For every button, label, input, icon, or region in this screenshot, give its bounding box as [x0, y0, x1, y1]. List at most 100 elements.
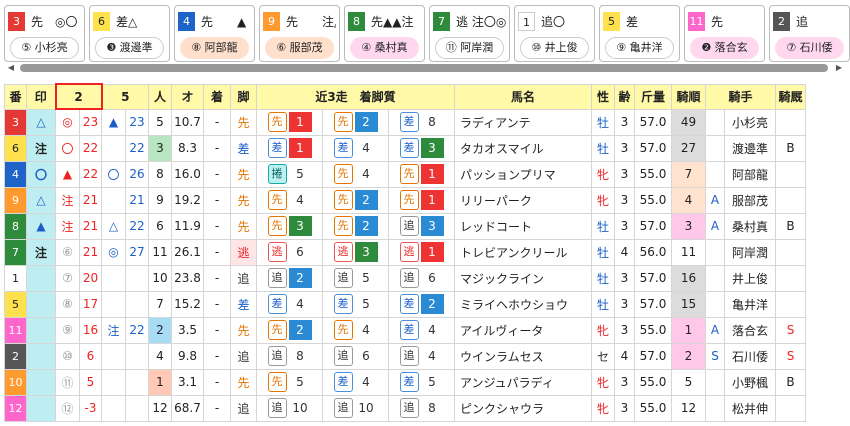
- table-row[interactable]: 12 ⑫ -3 12 68.7- 追追 10 追 10 追 8 ピンクシャウラ牝 3 55.0 12 松井伸: [4, 394, 806, 422]
- table-row[interactable]: 10 ⑪ 5 1 3.1- 先先 5 差 4 差 5 アンジュパラディ牝 3 55.0 5 小野楓 B: [4, 368, 806, 396]
- horse-name[interactable]: トレビアンクリール: [454, 238, 592, 266]
- header-sex[interactable]: 性: [591, 83, 615, 110]
- table-row[interactable]: 4 〇 ▲ 22 〇 26 8 16.0- 先捲 5 先 4 先 1 パッションプリマ牝 3 55.0 7 阿部龍: [4, 160, 806, 188]
- recent-race-1: 先1: [256, 108, 323, 136]
- jockey-name[interactable]: 石川倭: [724, 342, 776, 370]
- mark-cell[interactable]: 注: [26, 134, 56, 162]
- horse-name[interactable]: リリーパーク: [454, 186, 592, 214]
- header-col5[interactable]: 5: [101, 83, 149, 110]
- header-weight[interactable]: 斤量: [634, 83, 672, 110]
- stable-grade: [775, 290, 806, 318]
- running-style: 先: [230, 186, 257, 214]
- header-kyusha[interactable]: 騎厩: [775, 83, 806, 110]
- jockey-name[interactable]: 松井伸: [724, 394, 776, 422]
- horizontal-scrollbar[interactable]: ◀ ▶: [4, 62, 846, 74]
- header-chaku[interactable]: 着: [203, 83, 231, 110]
- prediction-card[interactable]: 5差 ⑨ 亀井洋: [599, 5, 680, 62]
- odds: 3.1: [171, 368, 204, 396]
- prediction-card[interactable]: 6 差△ ❸ 渡邊準: [89, 5, 170, 62]
- horse-name[interactable]: タカオスマイル: [454, 134, 592, 162]
- jockey-name[interactable]: 小野楓: [724, 368, 776, 396]
- header-kyaku[interactable]: 脚: [230, 83, 257, 110]
- prediction-card[interactable]: 7 逃 注〇◎ ⑪ 阿岸潤: [429, 5, 510, 62]
- carried-weight: 57.0: [634, 212, 672, 240]
- header-odds[interactable]: オ: [171, 83, 204, 110]
- horse-name[interactable]: アイルヴィータ: [454, 316, 592, 344]
- card-style-marks: 追: [796, 14, 809, 29]
- table-row[interactable]: 11 ⑨ 16 注 22 2 3.5- 先先 2 先 4 差 4 アイルヴィータ牝 3 55.0 1 A 落合玄 S: [4, 316, 806, 344]
- jockey-name[interactable]: 服部茂: [724, 186, 776, 214]
- header-jockey[interactable]: 騎手: [705, 83, 776, 110]
- finish: -: [203, 316, 231, 344]
- col2-mark: 注: [55, 186, 80, 214]
- jockey-name[interactable]: 桑村真: [724, 212, 776, 240]
- table-row[interactable]: 9 △ 注 21 21 9 19.2- 先先 4 先 2 先 1 リリーパーク牝 3 55.0 4 A 服部茂: [4, 186, 806, 214]
- jockey-name[interactable]: 小杉亮: [724, 108, 776, 136]
- recent-style-tag: 追: [267, 346, 287, 366]
- mark-cell[interactable]: [26, 264, 56, 292]
- prediction-card[interactable]: 9 先 注△ ⑥ 服部茂: [259, 5, 340, 62]
- finish: -: [203, 108, 231, 136]
- table-row[interactable]: 6 注〇 22 22 3 8.3- 差差 1 差 4 差 3 タカオスマイル牡 3 57.0 27 渡邊準 B: [4, 134, 806, 162]
- table-row[interactable]: 8 ▲ 注 21 △ 22 6 11.9- 先先 3 先 2 追 3 レッドコート牡 3 57.0 3 A 桑村真 B: [4, 212, 806, 240]
- horse-name[interactable]: アンジュパラディ: [454, 368, 592, 396]
- prediction-card[interactable]: 4 先 ▲ ⑧ 阿部龍: [174, 5, 255, 62]
- prediction-card[interactable]: 11 先 ❷ 落合玄: [684, 5, 765, 62]
- jockey-rank: 15: [671, 290, 706, 318]
- recent-race-3: 差2: [388, 290, 455, 318]
- header-ban[interactable]: 番: [4, 83, 27, 110]
- header-ninki[interactable]: 人: [148, 83, 172, 110]
- jockey-name[interactable]: 亀井洋: [724, 290, 776, 318]
- mark-cell[interactable]: △: [26, 108, 56, 136]
- horse-name[interactable]: パッションプリマ: [454, 160, 592, 188]
- table-row[interactable]: 3 △ ◎ 23 ▲ 23 5 10.7- 先先 1 先 2 差 8 ラディアンテ牡 3 57.0 49 小杉亮: [4, 108, 806, 136]
- mark-cell[interactable]: 注: [26, 238, 56, 266]
- header-horse-name[interactable]: 馬名: [454, 83, 592, 110]
- header-shirushi[interactable]: 印: [26, 83, 56, 110]
- jockey-name[interactable]: 井上俊: [724, 264, 776, 292]
- table-row[interactable]: 1 ⑦ 20 10 23.8- 追追 2 追 5 追 6 マジックライン牡 3 57.0 16 井上俊: [4, 264, 806, 292]
- scrollbar-thumb[interactable]: [20, 64, 828, 72]
- header-recent-3-races[interactable]: 近3走 着脚質: [256, 83, 455, 110]
- mark-cell[interactable]: [26, 290, 56, 318]
- recent-race-2: 追 10: [322, 394, 389, 422]
- header-kijun[interactable]: 騎順: [671, 83, 706, 110]
- horse-name[interactable]: マジックライン: [454, 264, 592, 292]
- table-row[interactable]: 2 ⑩ 6 4 9.8- 追追 8 追 6 追 4 ウインラムセスセ 4 57.0 2 S 石川倭 S: [4, 342, 806, 370]
- carried-weight: 57.0: [634, 342, 672, 370]
- recent-style-tag: 差: [399, 112, 419, 132]
- mark-cell[interactable]: 〇: [26, 160, 56, 188]
- header-col2-selected[interactable]: 2: [54, 83, 103, 110]
- table-row[interactable]: 5 ⑧ 17 7 15.2- 差差 4 差 5 差 2 ミライヘホウショウ牡 3 57.0 15 亀井洋: [4, 290, 806, 318]
- horse-name[interactable]: ウインラムセス: [454, 342, 592, 370]
- prediction-card[interactable]: 1 追〇 ⑩ 井上俊: [514, 5, 595, 62]
- recent-style-tag: 先: [267, 190, 287, 210]
- col5-mark: [101, 368, 126, 396]
- prediction-card[interactable]: 2追 ⑦ 石川倭: [769, 5, 850, 62]
- mark-cell[interactable]: [26, 316, 56, 344]
- jockey-name[interactable]: 落合玄: [724, 316, 776, 344]
- jockey-name[interactable]: 阿部龍: [724, 160, 776, 188]
- table-row[interactable]: 7 注 ⑥ 21 ◎ 27 11 26.1- 逃逃 6 逃 3 逃 1 トレビアンクリール牡 4 56.0 11 阿…: [4, 238, 806, 266]
- horse-name[interactable]: レッドコート: [454, 212, 592, 240]
- mark-cell[interactable]: [26, 394, 56, 422]
- horse-name[interactable]: ミライヘホウショウ: [454, 290, 592, 318]
- running-style: 追: [230, 342, 257, 370]
- horse-name[interactable]: ラディアンテ: [454, 108, 592, 136]
- card-jockey: ④ 桑村真: [350, 37, 419, 59]
- prediction-card[interactable]: 8 先▲▲注 ④ 桑村真: [344, 5, 425, 62]
- scroll-right-arrow-icon[interactable]: ▶: [832, 62, 846, 74]
- scroll-left-arrow-icon[interactable]: ◀: [4, 62, 18, 74]
- mark-cell[interactable]: [26, 342, 56, 370]
- jockey-name[interactable]: 阿岸潤: [724, 238, 776, 266]
- jockey-name[interactable]: 渡邊準: [724, 134, 776, 162]
- horse-name[interactable]: ピンクシャウラ: [454, 394, 592, 422]
- recent-finish: 2: [354, 112, 378, 132]
- mark-cell[interactable]: ▲: [26, 212, 56, 240]
- running-style: 差: [230, 290, 257, 318]
- finish: -: [203, 290, 231, 318]
- mark-cell[interactable]: [26, 368, 56, 396]
- prediction-card[interactable]: 3 先 ◎〇 ⑤ 小杉亮: [4, 5, 85, 62]
- mark-cell[interactable]: △: [26, 186, 56, 214]
- header-age[interactable]: 齢: [614, 83, 635, 110]
